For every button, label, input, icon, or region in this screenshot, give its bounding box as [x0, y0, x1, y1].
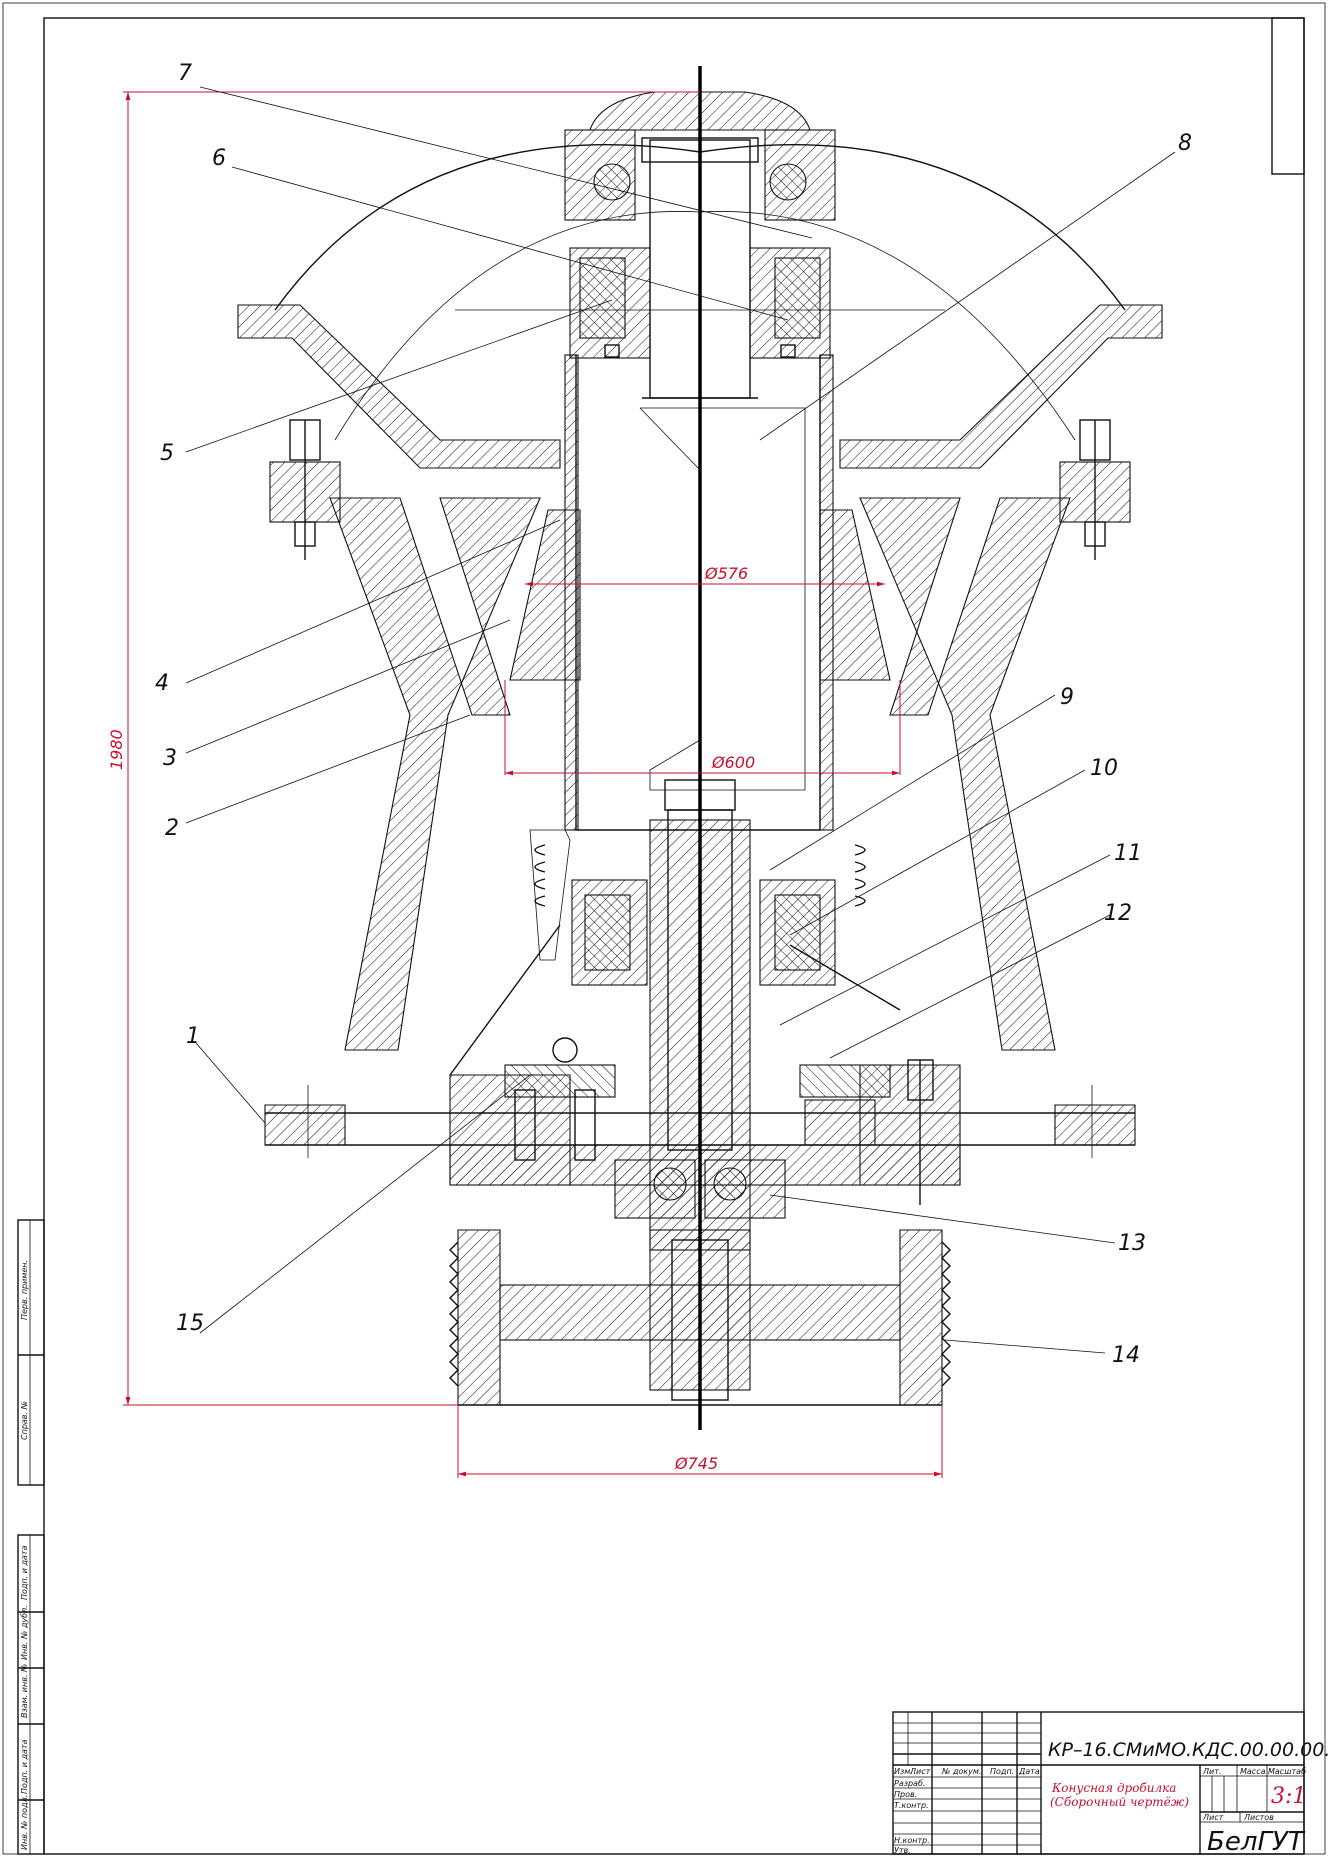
stamp-sprav-no: Справ. № — [20, 1401, 29, 1440]
assembly-drawing-sheet: Перв. примен. Справ. № Подп. и дата Инв.… — [2, 2, 1328, 1857]
tb-col-sheets: Листов — [1243, 1813, 1274, 1822]
tb-document-code: КР–16.СМиМО.КДС.00.00.00.СБ — [1048, 1739, 1328, 1761]
tb-name-line1: Конусная дробилка — [1051, 1781, 1176, 1795]
stamp-inv-podl: Инв. № подл. — [20, 1795, 29, 1850]
tb-role-tkontr: Т.контр. — [894, 1801, 929, 1810]
callout-3: 3 — [163, 746, 177, 771]
tb-hdr-data: Дата — [1018, 1767, 1040, 1776]
callout-6: 6 — [212, 146, 226, 171]
tb-col-masshtab: Масштаб — [1268, 1767, 1306, 1776]
stamp-inv-dubl: Инв. № дубл. — [20, 1605, 29, 1660]
tb-col-massa: Масса — [1240, 1767, 1266, 1776]
tb-name-line2: (Сборочный чертёж) — [1050, 1795, 1189, 1809]
tb-role-razrab: Разраб. — [894, 1779, 925, 1788]
callout-12: 12 — [1104, 901, 1132, 926]
tb-scale-value: 3:1 — [1271, 1784, 1306, 1809]
callout-5: 5 — [160, 441, 174, 466]
tb-col-lit: Лит. — [1202, 1767, 1221, 1776]
stamp-podp-data-2: Подп. и дата — [20, 1739, 29, 1794]
callout-14: 14 — [1112, 1343, 1140, 1368]
callout-2: 2 — [165, 816, 179, 841]
tb-hdr-ndoc: № докум. — [941, 1767, 981, 1776]
callout-15: 15 — [176, 1311, 204, 1336]
stamp-podp-data-1: Подп. и дата — [20, 1545, 29, 1600]
tb-role-utv: Утв. — [894, 1846, 911, 1855]
callout-4: 4 — [155, 671, 169, 696]
title-block: Изм. Лист № докум. Подп. Дата Разраб. Пр… — [892, 1711, 1328, 1857]
left-stamp-column: Перв. примен. Справ. № Подп. и дата Инв.… — [17, 1219, 45, 1855]
callout-8: 8 — [1178, 131, 1192, 156]
callout-11: 11 — [1114, 841, 1142, 866]
tb-role-nkontr: Н.контр. — [894, 1836, 930, 1845]
callout-9: 9 — [1060, 685, 1074, 710]
tb-col-sheet: Лист — [1202, 1813, 1224, 1822]
stamp-vzam-inv: Взам. инв. № — [20, 1664, 29, 1718]
tb-organization: БелГУТ — [1207, 1827, 1306, 1857]
dim-d576: Ø576 — [704, 564, 748, 583]
callout-10: 10 — [1090, 756, 1118, 781]
callout-13: 13 — [1118, 1231, 1146, 1256]
dim-d600: Ø600 — [711, 753, 755, 772]
dim-height-1980: 1980 — [107, 729, 126, 770]
tb-hdr-podp: Подп. — [990, 1767, 1014, 1776]
callout-7: 7 — [178, 61, 192, 86]
tb-hdr-list: Лист — [909, 1767, 931, 1776]
dim-d745: Ø745 — [674, 1454, 718, 1473]
crusher-drawing — [237, 66, 1163, 1430]
stamp-perv-primen: Перв. примен. — [20, 1260, 29, 1320]
tb-role-prov: Пров. — [894, 1790, 917, 1799]
callout-1: 1 — [186, 1024, 200, 1049]
